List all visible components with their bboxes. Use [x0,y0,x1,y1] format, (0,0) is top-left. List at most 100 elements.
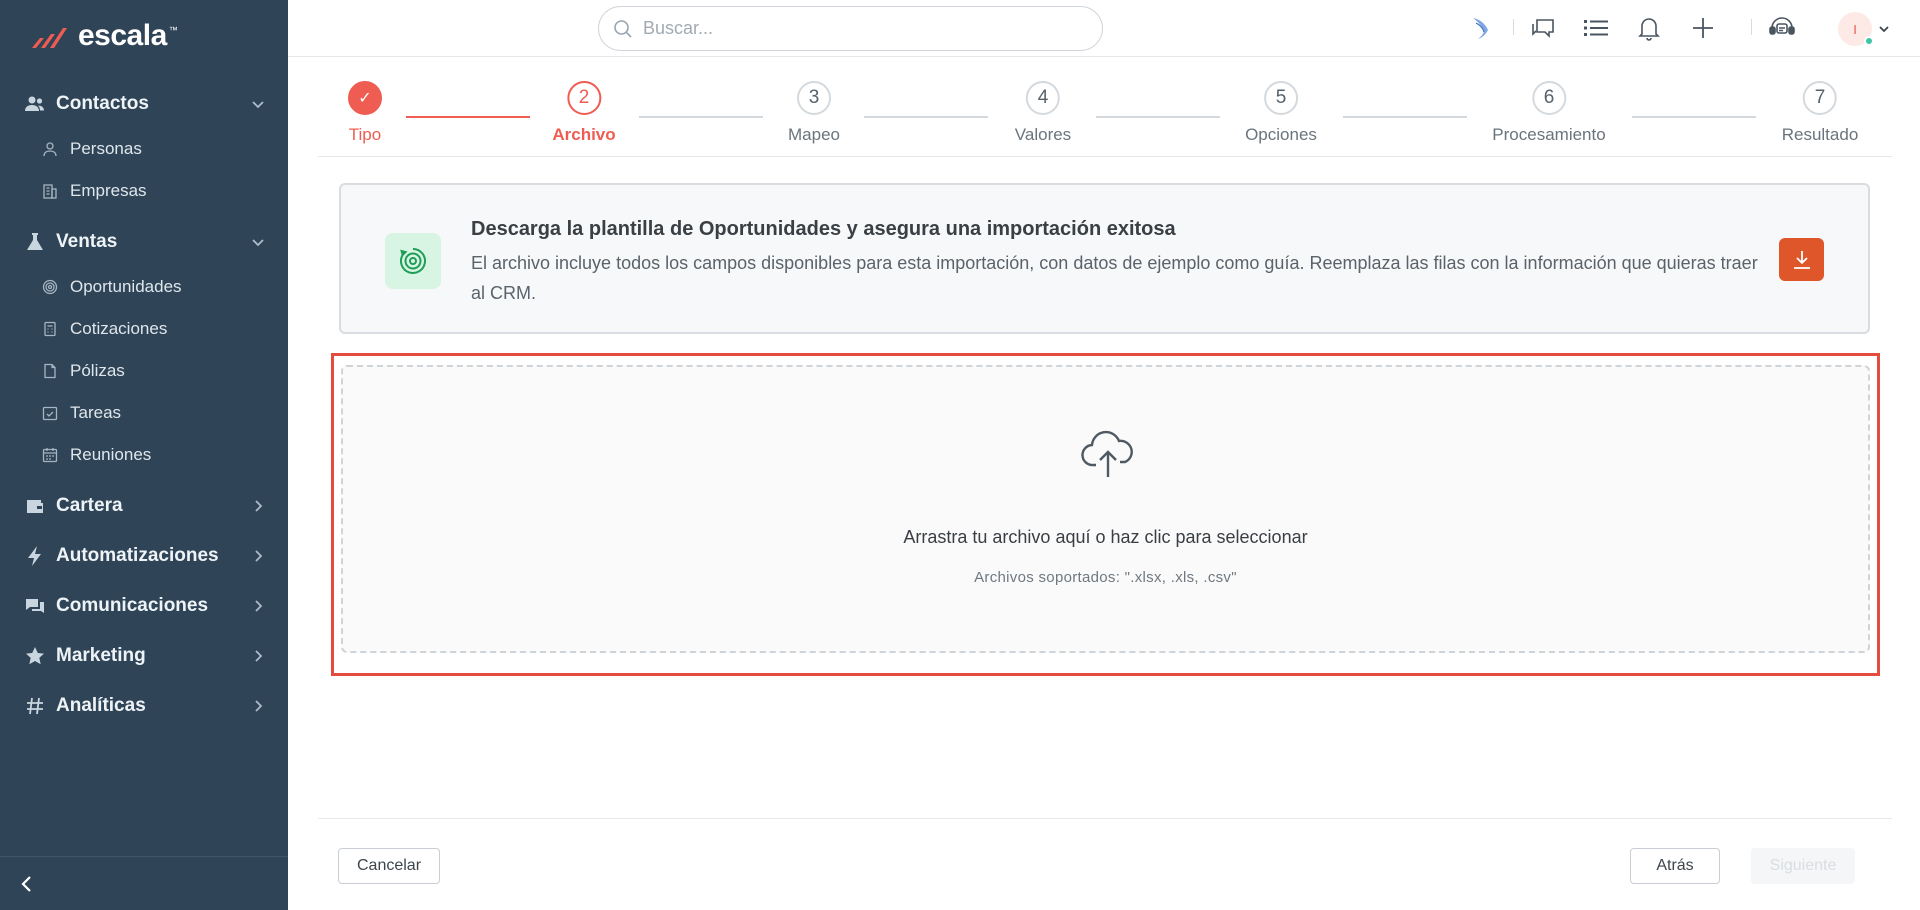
download-template-button[interactable] [1779,238,1824,281]
bird-logo-icon[interactable] [1468,14,1496,42]
next-button[interactable]: Siguiente [1751,848,1855,884]
list-icon[interactable] [1582,14,1610,42]
sidebar-section-label: Contactos [56,93,149,114]
step-label: Resultado [1781,125,1859,144]
support-icon[interactable] [1768,14,1796,42]
sidebar-section-label: Ventas [56,231,118,252]
step-number: 4 [1025,81,1060,115]
dropzone-supported-formats: Archivos soportados: ".xlsx, .xls, .csv" [974,569,1237,586]
star-icon [24,645,46,667]
step-label: Tipo [348,125,382,144]
dropzone-title: Arrastra tu archivo aquí o haz clic para… [903,527,1308,547]
check-icon: ✓ [348,81,382,115]
search-input[interactable] [643,18,1102,39]
sidebar-section-label: Automatizaciones [56,545,219,566]
search-box[interactable] [598,6,1103,51]
sidebar-item-personas[interactable]: Personas [0,128,288,170]
import-stepper: ✓ Tipo 2 Archivo 3 Mapeo 4 Valores 5 Opc… [318,57,1892,157]
person-icon [42,141,58,157]
chevron-right-icon [255,650,263,662]
sidebar-nav: Contactos Personas Empresas Ventas Oport… [0,80,288,730]
sidebar-item-label: Oportunidades [70,277,182,296]
flask-icon [24,231,46,253]
user-initial: I [1853,21,1857,37]
bell-icon[interactable] [1635,14,1663,42]
sidebar-section-analiticas[interactable]: Analíticas [0,682,288,730]
sidebar-item-empresas[interactable]: Empresas [0,170,288,212]
sidebar-section-comunicaciones[interactable]: Comunicaciones [0,582,288,630]
wallet-icon [24,495,46,517]
template-card-description: El archivo incluye todos los campos disp… [471,253,1758,303]
step-archivo[interactable]: 2 Archivo [552,81,616,145]
download-icon [1793,250,1810,269]
conversations-icon[interactable] [1529,14,1557,42]
sidebar-item-label: Personas [70,139,142,158]
step-number: 7 [1803,81,1837,115]
checklist-icon [42,405,58,421]
sidebar-item-polizas[interactable]: Pólizas [0,350,288,392]
sidebar-item-reuniones[interactable]: Reuniones [0,434,288,476]
template-download-card: Descarga la plantilla de Oportunidades y… [339,183,1870,334]
hash-icon [24,695,46,717]
plus-icon[interactable] [1689,14,1717,42]
sidebar-section-automatizaciones[interactable]: Automatizaciones [0,532,288,580]
step-label: Archivo [552,125,616,144]
target-icon [385,233,441,289]
chevron-left-icon [21,875,31,892]
step-opciones[interactable]: 5 Opciones [1245,81,1317,145]
target-icon [42,279,58,295]
file-dropzone[interactable]: Arrastra tu archivo aquí o haz clic para… [341,365,1870,653]
sidebar-item-tareas[interactable]: Tareas [0,392,288,434]
step-number: 6 [1531,81,1566,115]
escala-logo-icon [32,28,67,48]
sidebar-item-oportunidades[interactable]: Oportunidades [0,266,288,308]
brand-logo[interactable]: escala ™ [30,18,178,54]
step-mapeo[interactable]: 3 Mapeo [788,81,840,145]
step-connector [1632,116,1756,118]
step-resultado[interactable]: 7 Resultado [1781,81,1859,145]
step-label: Opciones [1245,125,1317,144]
step-connector [639,116,763,118]
building-icon [42,183,58,199]
step-connector [1096,116,1220,118]
sidebar-section-contactos[interactable]: Contactos [0,80,288,128]
step-procesamiento[interactable]: 6 Procesamiento [1492,81,1606,145]
cloud-upload-icon [1081,430,1133,477]
sidebar-item-label: Tareas [70,403,122,422]
back-button[interactable]: Atrás [1630,848,1720,884]
sidebar-item-cotizaciones[interactable]: Cotizaciones [0,308,288,350]
cancel-button[interactable]: Cancelar [338,848,440,884]
bolt-icon [24,545,46,567]
step-connector [1343,116,1467,118]
chevron-right-icon [255,700,263,712]
step-tipo[interactable]: ✓ Tipo [348,81,382,145]
step-label: Mapeo [788,125,840,144]
step-connector [864,116,988,118]
calculator-icon [42,321,58,337]
sidebar-section-label: Cartera [56,495,123,516]
online-status-dot [1864,36,1874,46]
sidebar-section-label: Marketing [56,645,146,666]
topbar-separator [1513,19,1514,35]
topbar: I [288,0,1920,57]
dropzone-highlight: Arrastra tu archivo aquí o haz clic para… [331,353,1880,676]
chevron-right-icon [255,550,263,562]
file-icon [42,363,58,379]
chevron-right-icon [255,600,263,612]
chevron-right-icon [255,500,263,512]
step-number: 3 [796,81,831,115]
search-icon [614,19,632,38]
step-valores[interactable]: 4 Valores [1015,81,1071,145]
chevron-down-icon [252,239,264,247]
step-label: Procesamiento [1492,125,1606,144]
sidebar-section-label: Analíticas [56,695,146,716]
user-avatar[interactable]: I [1838,12,1874,46]
topbar-separator [1751,19,1752,35]
sidebar-collapse-button[interactable] [0,856,288,910]
sidebar-section-ventas[interactable]: Ventas [0,218,288,266]
chevron-down-icon[interactable] [1878,23,1890,35]
sidebar-item-label: Cotizaciones [70,319,168,338]
sidebar-section-cartera[interactable]: Cartera [0,482,288,530]
sidebar-section-marketing[interactable]: Marketing [0,632,288,680]
sidebar-item-label: Empresas [70,181,147,200]
